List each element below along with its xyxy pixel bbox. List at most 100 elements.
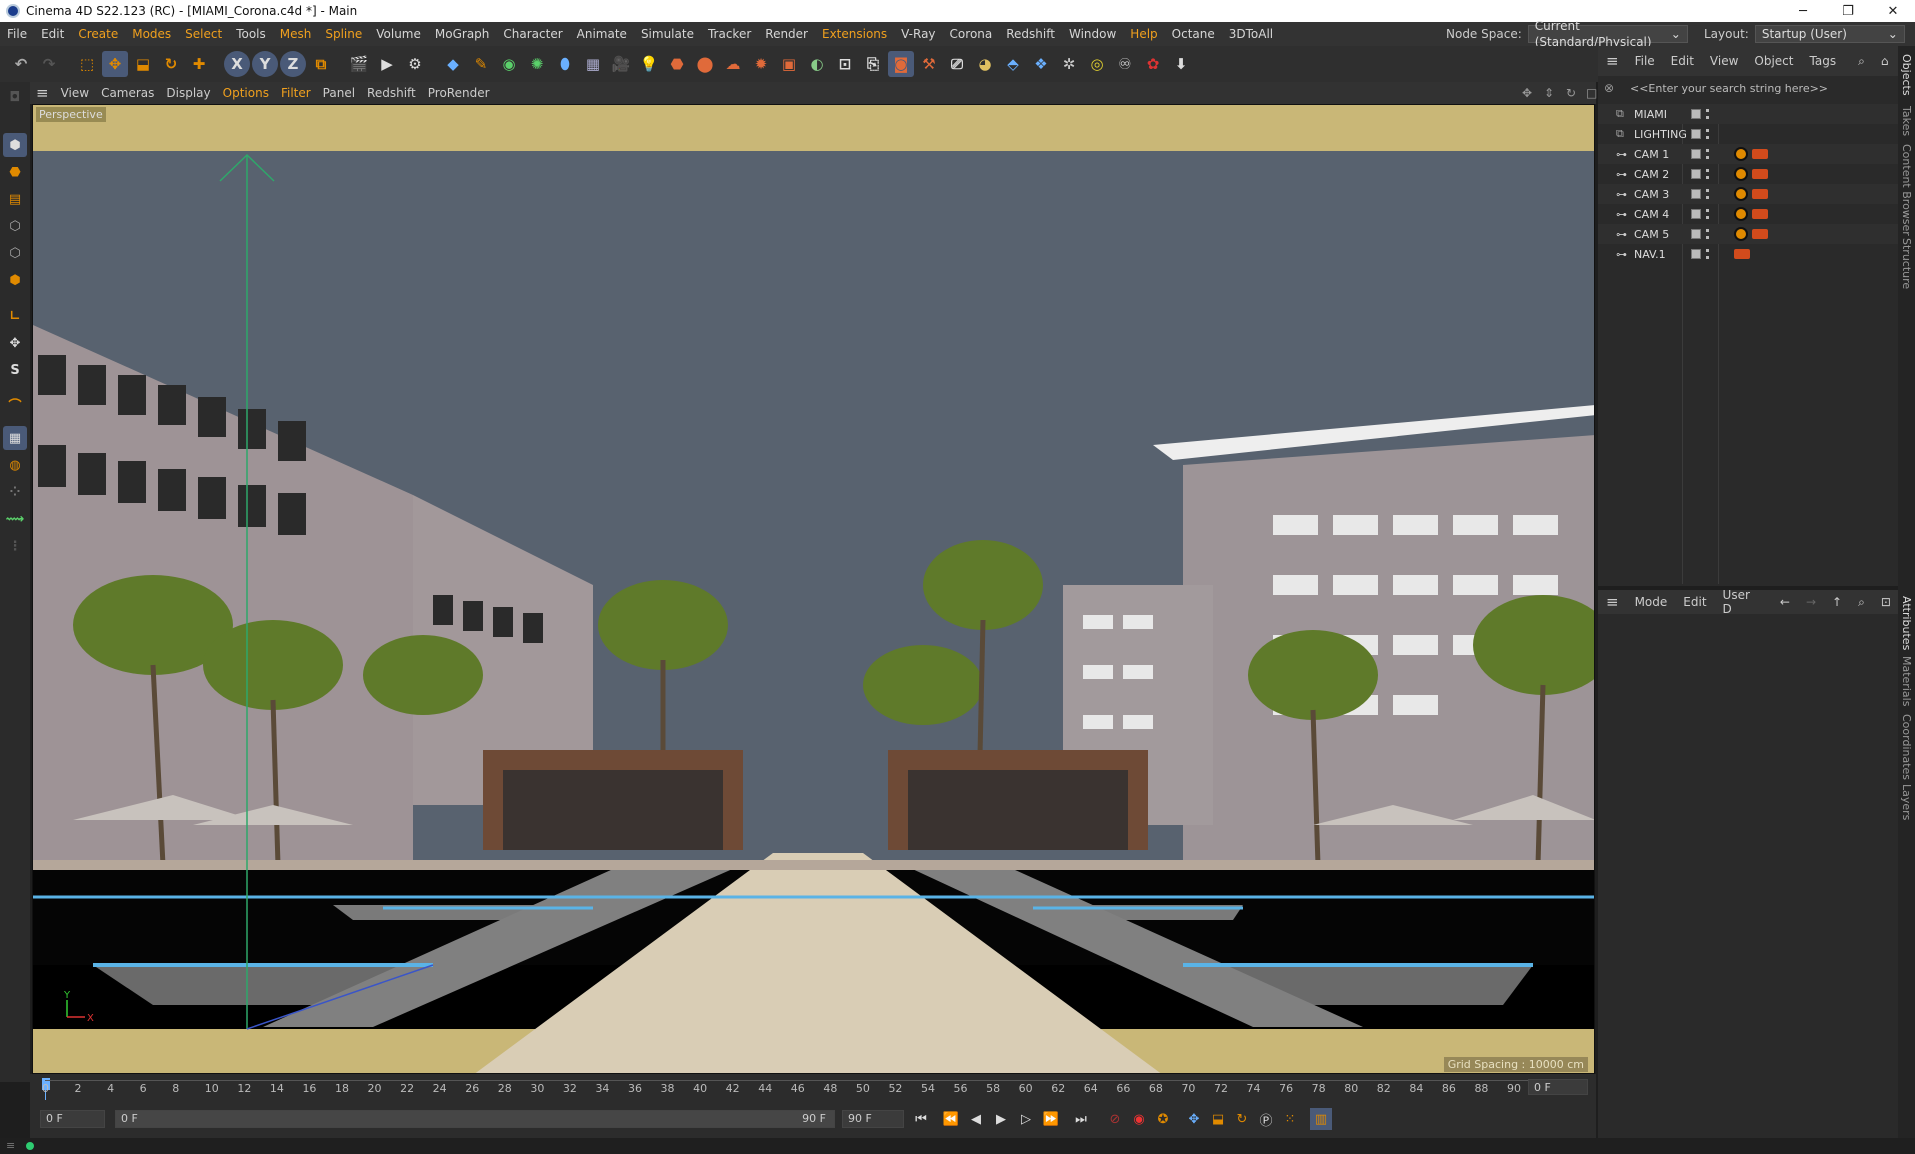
- object-search-input[interactable]: <<Enter your search string here>>: [1602, 80, 1894, 98]
- hamburger-icon[interactable]: ≡: [1598, 593, 1627, 611]
- axis-mode-icon[interactable]: ∟: [3, 304, 27, 328]
- workplane-lock-icon[interactable]: ▦: [3, 426, 27, 450]
- corona-material-icon[interactable]: ◐: [804, 51, 830, 77]
- add-icon[interactable]: ✚: [186, 51, 212, 77]
- edges-mode-icon[interactable]: ⬡: [3, 241, 27, 265]
- spline-snap-icon[interactable]: ⟿: [3, 507, 27, 531]
- viewport-menu-panel[interactable]: Panel: [317, 86, 361, 100]
- octane-icon[interactable]: ❖: [1028, 51, 1054, 77]
- menu-octane[interactable]: Octane: [1165, 27, 1222, 41]
- menu-volume[interactable]: Volume: [369, 27, 428, 41]
- key-position-icon[interactable]: ✥: [1183, 1108, 1205, 1130]
- lock-icon[interactable]: ⊡: [1873, 595, 1899, 609]
- color-picker-icon[interactable]: ◕: [972, 51, 998, 77]
- tab-coordinates[interactable]: Coordinates: [1900, 714, 1913, 780]
- menu-modes[interactable]: Modes: [125, 27, 178, 41]
- corona-vfb-icon[interactable]: ⊡: [832, 51, 858, 77]
- search-icon[interactable]: ⌕: [1850, 595, 1873, 610]
- am-menu-mode[interactable]: Mode: [1627, 595, 1676, 609]
- protection-tag-icon[interactable]: [1734, 207, 1748, 221]
- viewport-menu-prorender[interactable]: ProRender: [422, 86, 496, 100]
- coordinate-system-icon[interactable]: ⧉: [308, 51, 334, 77]
- redshift-light-icon[interactable]: ✿: [1140, 51, 1166, 77]
- tweak-icon[interactable]: ✥: [3, 331, 27, 355]
- record-icon[interactable]: ◉: [1128, 1108, 1150, 1130]
- orbit-icon[interactable]: ↻: [1560, 86, 1582, 100]
- key-parameter-icon[interactable]: Ⓟ: [1255, 1108, 1277, 1130]
- octane-settings-icon[interactable]: ✲: [1056, 51, 1082, 77]
- deformer-icon[interactable]: ⬮: [552, 51, 578, 77]
- prev-key-icon[interactable]: ⏪: [940, 1108, 962, 1130]
- tab-layers[interactable]: Layers: [1900, 784, 1913, 820]
- corona-tools-icon[interactable]: ⚒: [916, 51, 942, 77]
- frame-range-slider[interactable]: 0 F 90 F: [115, 1110, 835, 1128]
- render-dots-icon[interactable]: [1706, 129, 1711, 139]
- z-axis-icon[interactable]: Z: [280, 51, 306, 77]
- grid-icon[interactable]: ⁘: [3, 480, 27, 504]
- corona-sun-icon[interactable]: ✹: [748, 51, 774, 77]
- visibility-checkbox[interactable]: [1691, 149, 1701, 159]
- render-dots-icon[interactable]: [1706, 149, 1711, 159]
- scale-icon[interactable]: ⬓: [130, 51, 156, 77]
- menu-redshift[interactable]: Redshift: [999, 27, 1062, 41]
- play-icon[interactable]: ▶: [990, 1108, 1012, 1130]
- pan-icon[interactable]: ✥: [1516, 86, 1538, 100]
- camera-tag-icon[interactable]: [1752, 189, 1768, 199]
- home-icon[interactable]: ⌂: [1873, 54, 1897, 68]
- render-icon[interactable]: ▶: [374, 51, 400, 77]
- am-menu-edit[interactable]: Edit: [1675, 595, 1714, 609]
- menu-extensions[interactable]: Extensions: [815, 27, 894, 41]
- om-menu-file[interactable]: File: [1627, 54, 1663, 68]
- protection-tag-icon[interactable]: [1734, 187, 1748, 201]
- om-menu-object[interactable]: Object: [1746, 54, 1801, 68]
- pen-icon[interactable]: ✎: [468, 51, 494, 77]
- menu-animate[interactable]: Animate: [570, 27, 634, 41]
- next-frame-icon[interactable]: ▷: [1015, 1108, 1037, 1130]
- menu-window[interactable]: Window: [1062, 27, 1123, 41]
- camera-tag-icon[interactable]: [1752, 229, 1768, 239]
- hamburger-icon[interactable]: ≡: [1598, 52, 1627, 70]
- viewport-menu-options[interactable]: Options: [217, 86, 275, 100]
- tab-content-browser[interactable]: Content Browser: [1900, 144, 1913, 236]
- menu-mograph[interactable]: MoGraph: [428, 27, 497, 41]
- subdivision-icon[interactable]: ◉: [496, 51, 522, 77]
- object-row-lighting[interactable]: ⧉ LIGHTING: [1598, 124, 1898, 144]
- menu-spline[interactable]: Spline: [318, 27, 369, 41]
- om-menu-tags[interactable]: Tags: [1802, 54, 1845, 68]
- menu-select[interactable]: Select: [178, 27, 229, 41]
- floor-icon[interactable]: ▦: [580, 51, 606, 77]
- y-axis-icon[interactable]: Y: [252, 51, 278, 77]
- minimize-button[interactable]: ─: [1780, 0, 1826, 22]
- undo-icon[interactable]: ↶: [8, 51, 34, 77]
- render-dots-icon[interactable]: [1706, 209, 1711, 219]
- viewport-menu-filter[interactable]: Filter: [275, 86, 317, 100]
- zoom-icon[interactable]: ⇕: [1538, 86, 1560, 100]
- menu-render[interactable]: Render: [758, 27, 815, 41]
- menu-file[interactable]: File: [0, 27, 34, 41]
- close-button[interactable]: ✕: [1870, 0, 1915, 22]
- x-axis-icon[interactable]: X: [224, 51, 250, 77]
- corona-ir-icon[interactable]: ⎘: [860, 51, 886, 77]
- move-icon[interactable]: ✥: [102, 51, 128, 77]
- menu-simulate[interactable]: Simulate: [634, 27, 701, 41]
- tab-structure[interactable]: Structure: [1900, 238, 1913, 289]
- menu-edit[interactable]: Edit: [34, 27, 71, 41]
- model-mode-icon[interactable]: ⬢: [3, 133, 27, 157]
- visibility-checkbox[interactable]: [1691, 169, 1701, 179]
- cloner-icon[interactable]: ✺: [524, 51, 550, 77]
- key-pla-icon[interactable]: ⁙: [1279, 1108, 1301, 1130]
- am-menu-userdata[interactable]: User D: [1715, 588, 1758, 616]
- timeline-ruler[interactable]: 0 F 0 2 4 6 8 10 12 14 16 18 20 22 24 26 28 30 32 34 36 38 4…: [30, 1074, 1596, 1100]
- menu-3dtoall[interactable]: 3DToAll: [1222, 27, 1280, 41]
- restore-button[interactable]: ❐: [1825, 0, 1871, 22]
- om-menu-edit[interactable]: Edit: [1663, 54, 1702, 68]
- polygons-mode-icon[interactable]: ⬢: [3, 268, 27, 292]
- object-row-nav1[interactable]: ⊶ NAV.1: [1598, 244, 1898, 264]
- menu-help[interactable]: Help: [1123, 27, 1164, 41]
- record-disabled-icon[interactable]: ⊘: [1104, 1108, 1126, 1130]
- viewport-menu-view[interactable]: View: [55, 86, 95, 100]
- go-to-start-icon[interactable]: ⏮: [910, 1108, 932, 1130]
- object-row-cam1[interactable]: ⊶ CAM 1: [1598, 144, 1898, 164]
- start-frame-field[interactable]: 0 F: [40, 1110, 105, 1128]
- protection-tag-icon[interactable]: [1734, 147, 1748, 161]
